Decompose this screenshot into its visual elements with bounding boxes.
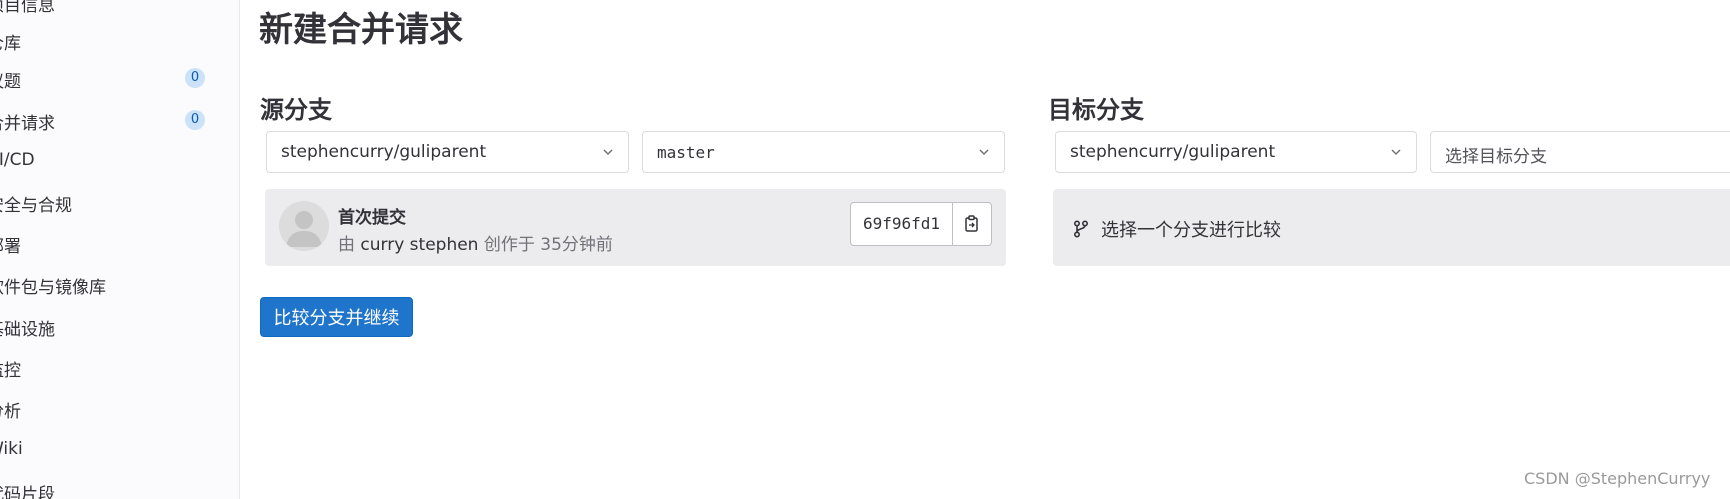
commit-sha[interactable]: 69f96fd1	[851, 203, 954, 245]
sidebar-item-wiki[interactable]: Wiki	[0, 430, 239, 471]
branch-icon	[1073, 220, 1089, 238]
sidebar-item-label: 议题	[0, 72, 21, 92]
target-project-value: stephencurry/guliparent	[1070, 142, 1276, 162]
commit-title[interactable]: 首次提交	[338, 203, 406, 228]
source-project-value: stephencurry/guliparent	[281, 142, 487, 162]
sidebar-item-label: 部署	[0, 237, 21, 257]
sidebar-item-label: 监控	[0, 361, 21, 381]
sidebar-item-label: CI/CD	[0, 150, 35, 170]
merge-requests-count-badge: 0	[185, 110, 205, 130]
page-title: 新建合并请求	[259, 10, 463, 50]
sidebar-item-cicd[interactable]: CI/CD	[0, 141, 239, 182]
sidebar-item-label: 分析	[0, 402, 21, 422]
source-commit-panel: 首次提交 由 curry stephen 创作于 35分钟前 69f96fd1	[265, 189, 1006, 266]
target-branch-placeholder: 选择目标分支	[1445, 147, 1547, 167]
sidebar-item-label: 合并请求	[0, 114, 55, 134]
avatar-placeholder-icon	[286, 211, 322, 247]
commit-author-link[interactable]: curry stephen	[360, 235, 478, 255]
chevron-down-icon	[1391, 149, 1401, 156]
commit-by-label: 由	[338, 235, 355, 255]
sidebar-item-label: 代码片段	[0, 485, 55, 499]
sidebar-item-infrastructure[interactable]: 基础设施	[0, 306, 239, 347]
sidebar-item-snippets[interactable]: 代码片段	[0, 471, 239, 499]
sidebar-item-analytics[interactable]: 分析	[0, 388, 239, 429]
sidebar-item-issues[interactable]: 议题 0	[0, 58, 239, 99]
watermark: CSDN @StephenCurryy	[1524, 469, 1711, 488]
chevron-down-icon	[979, 149, 989, 156]
target-branch-title: 目标分支	[1048, 96, 1144, 124]
source-branch-select[interactable]: master	[642, 131, 1005, 173]
target-hint: 选择一个分支进行比较	[1073, 216, 1281, 242]
source-branch-value: master	[657, 143, 715, 162]
commit-meta: 由 curry stephen 创作于 35分钟前	[338, 230, 613, 255]
target-branch-select[interactable]: 选择目标分支	[1430, 131, 1730, 173]
sidebar-item-label: 安全与合规	[0, 196, 72, 216]
sidebar-item-label: 仓库	[0, 34, 21, 54]
copy-sha-button[interactable]	[953, 203, 991, 245]
issues-count-badge: 0	[185, 68, 205, 88]
avatar	[279, 201, 329, 251]
sidebar-item-monitor[interactable]: 监控	[0, 347, 239, 388]
sidebar-item-label: Wiki	[0, 439, 23, 459]
compare-branches-button[interactable]: 比较分支并继续	[260, 297, 413, 337]
source-branch-title: 源分支	[260, 96, 332, 124]
source-project-select[interactable]: stephencurry/guliparent	[266, 131, 629, 173]
sidebar: 项目信息 仓库 议题 0 合并请求 0 CI/CD 安全与合规 部署 软件包与镜…	[0, 0, 240, 499]
sidebar-item-packages[interactable]: 软件包与镜像库	[0, 264, 239, 305]
commit-created-time: 创作于 35分钟前	[483, 235, 613, 255]
sidebar-item-label: 软件包与镜像库	[0, 278, 106, 298]
target-hint-text: 选择一个分支进行比较	[1101, 220, 1281, 241]
sidebar-item-merge-requests[interactable]: 合并请求 0	[0, 100, 239, 141]
chevron-down-icon	[603, 149, 613, 156]
copy-icon	[965, 215, 978, 232]
sidebar-item-repository[interactable]: 仓库	[0, 20, 239, 61]
sidebar-item-deployments[interactable]: 部署	[0, 223, 239, 264]
sidebar-item-security[interactable]: 安全与合规	[0, 182, 239, 223]
sidebar-item-label: 项目信息	[0, 0, 55, 16]
target-project-select[interactable]: stephencurry/guliparent	[1055, 131, 1417, 173]
sidebar-item-label: 基础设施	[0, 320, 55, 340]
commit-sha-group: 69f96fd1	[850, 202, 993, 246]
target-compare-panel: 选择一个分支进行比较	[1053, 189, 1730, 266]
